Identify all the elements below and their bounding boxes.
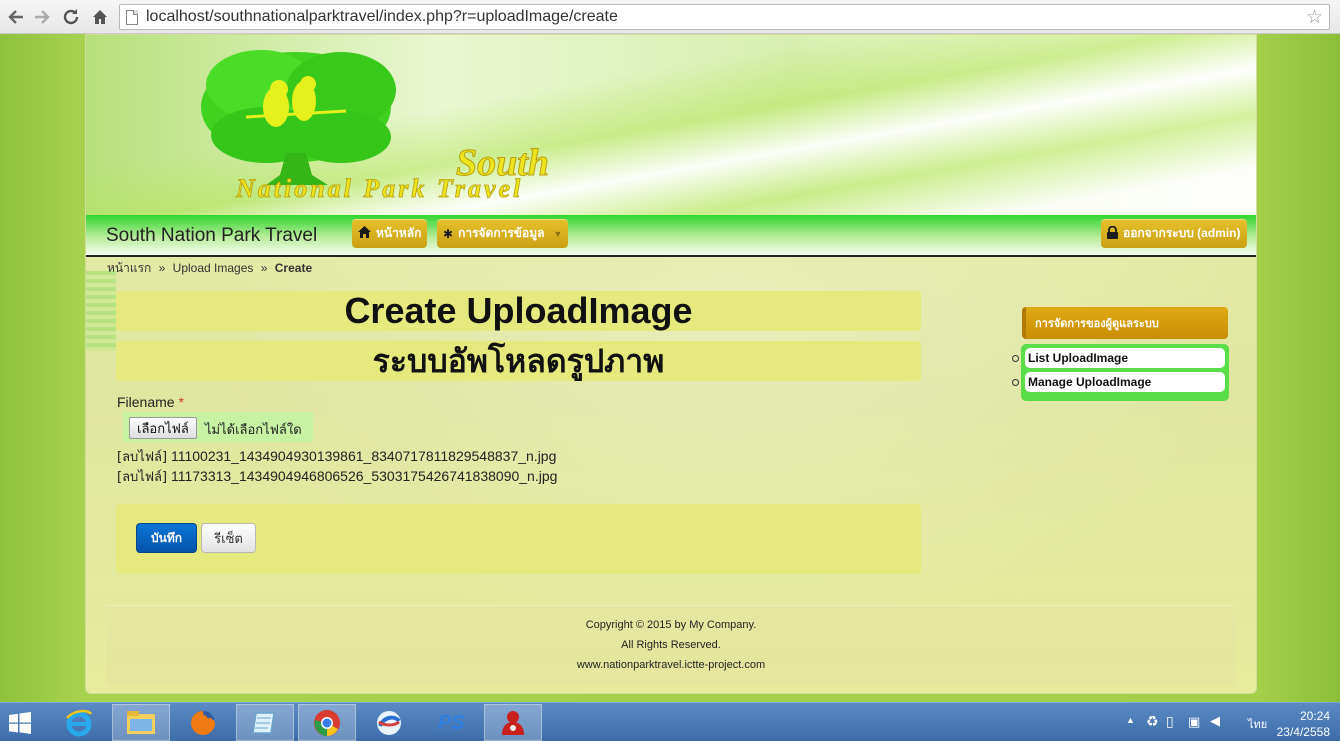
taskbar: PS ▲ ♻ ▯ ▣ ◀ ไทย 20:24 23/4/2558 [0,702,1340,741]
battery-icon[interactable]: ▯ [1166,713,1174,730]
nav-home-button[interactable]: หน้าหลัก [352,219,428,248]
logo: South National Park Travel [201,50,549,203]
breadcrumb-separator: » [158,261,166,275]
clock[interactable]: 20:24 23/4/2558 [1277,708,1330,740]
page-container: South National Park Travel South Nation … [85,34,1257,694]
footer-website: www.nationparktravel.ictte-project.com [576,659,766,671]
network-icon[interactable]: ▣ [1188,714,1200,730]
uploaded-file-name: 11100231_1434904930139861_83407178118295… [170,448,557,464]
decorative-strip [86,271,116,351]
page-title: Create UploadImage [116,290,921,331]
breadcrumb: หน้าแรก » Upload Images » Create [107,259,312,278]
photoshop-icon[interactable]: PS [422,704,480,741]
back-arrow-icon[interactable] [4,5,28,29]
home-icon [358,226,371,241]
choose-file-button[interactable]: เลือกไฟล์ [129,417,197,439]
file-explorer-icon[interactable] [112,704,170,741]
chevron-down-icon: ▼ [553,228,563,239]
url-input[interactable] [146,7,1296,27]
sidebar-menu: List UploadImage Manage UploadImage [1012,344,1229,401]
lock-icon [1107,225,1118,242]
chrome-icon[interactable] [298,704,356,741]
asterisk-icon: ✱ [443,226,454,241]
home-icon[interactable] [88,5,112,29]
sidebar-item-list-uploadimage[interactable]: List UploadImage [1012,348,1225,368]
reset-button[interactable]: รีเซ็ต [201,523,256,553]
nav-data-menu-dropdown[interactable]: ✱ การจัดการข้อมูล ▼ [437,219,569,248]
firefox-icon[interactable] [174,704,232,741]
notepad-icon[interactable] [236,704,294,741]
sidebar-title: การจัดการของผู้ดูแลระบบ [1022,307,1228,339]
reload-icon[interactable] [59,5,83,29]
skype-style-icon[interactable] [360,704,418,741]
footer-rights: All Rights Reserved. [621,639,721,651]
recycle-icon[interactable]: ♻ [1146,713,1159,730]
page-subtitle: ระบบอัพโหลดรูปภาพ [116,341,921,381]
red-app-icon[interactable] [484,704,542,741]
show-hidden-icons-icon[interactable]: ▲ [1126,715,1135,725]
browser-toolbar: ☆ [0,0,1340,34]
brand-link[interactable]: South Nation Park Travel [106,225,317,247]
save-button[interactable]: บันทึก [136,523,197,553]
nav-logout-button[interactable]: ออกจากระบบ (admin) [1101,219,1247,248]
file-status-text: ไม่ได้เลือกไฟล์ใด [205,423,302,438]
windows-start-icon[interactable] [0,704,40,741]
footer: Copyright © 2015 by My Company. All Righ… [106,605,1236,685]
breadcrumb-separator: » [260,261,268,275]
forward-arrow-icon[interactable] [30,5,54,29]
language-indicator[interactable]: ไทย [1248,715,1267,733]
internet-explorer-icon[interactable] [50,704,108,741]
address-bar[interactable]: ☆ [119,4,1330,30]
delete-file-link[interactable]: [ลบไฟล์] [117,450,167,465]
nav-logout-label: ออกจากระบบ (admin) [1123,226,1241,240]
uploaded-file-row: [ลบไฟล์] 11173313_1434904946806526_53031… [117,466,557,487]
filename-label-text: Filename [117,394,175,410]
delete-file-link[interactable]: [ลบไฟล์] [117,470,167,485]
volume-icon[interactable]: ◀ [1210,713,1220,729]
uploaded-file-row: [ลบไฟล์] 11100231_1434904930139861_83407… [117,446,556,467]
breadcrumb-upload-images-link[interactable]: Upload Images [173,261,254,275]
header-banner: South National Park Travel [86,35,1256,215]
system-tray: ▲ ♻ ▯ ▣ ◀ ไทย 20:24 23/4/2558 [1110,703,1340,741]
required-mark: * [178,394,184,410]
logo-text-line2: National Park Travel [235,174,523,203]
navbar: South Nation Park Travel หน้าหลัก ✱ การจ… [86,215,1256,257]
file-input[interactable]: เลือกไฟล์ ไม่ได้เลือกไฟล์ใด [123,412,313,442]
page-icon [126,10,138,25]
form-actions: บันทึก รีเซ็ต [116,504,921,574]
sidebar-item-manage-uploadimage[interactable]: Manage UploadImage [1012,372,1225,392]
nav-home-label: หน้าหลัก [376,226,422,240]
svg-text:PS: PS [438,712,465,734]
filename-label: Filename * [117,394,184,410]
footer-copyright: Copyright © 2015 by My Company. [585,619,757,631]
uploaded-file-name: 11173313_1434904946806526_53031754267418… [170,468,558,484]
nav-data-menu-label: การจัดการข้อมูล [458,226,545,240]
breadcrumb-current: Create [274,261,313,275]
clock-time: 20:24 [1299,709,1330,723]
clock-date: 23/4/2558 [1276,725,1330,739]
star-icon[interactable]: ☆ [1306,6,1323,29]
